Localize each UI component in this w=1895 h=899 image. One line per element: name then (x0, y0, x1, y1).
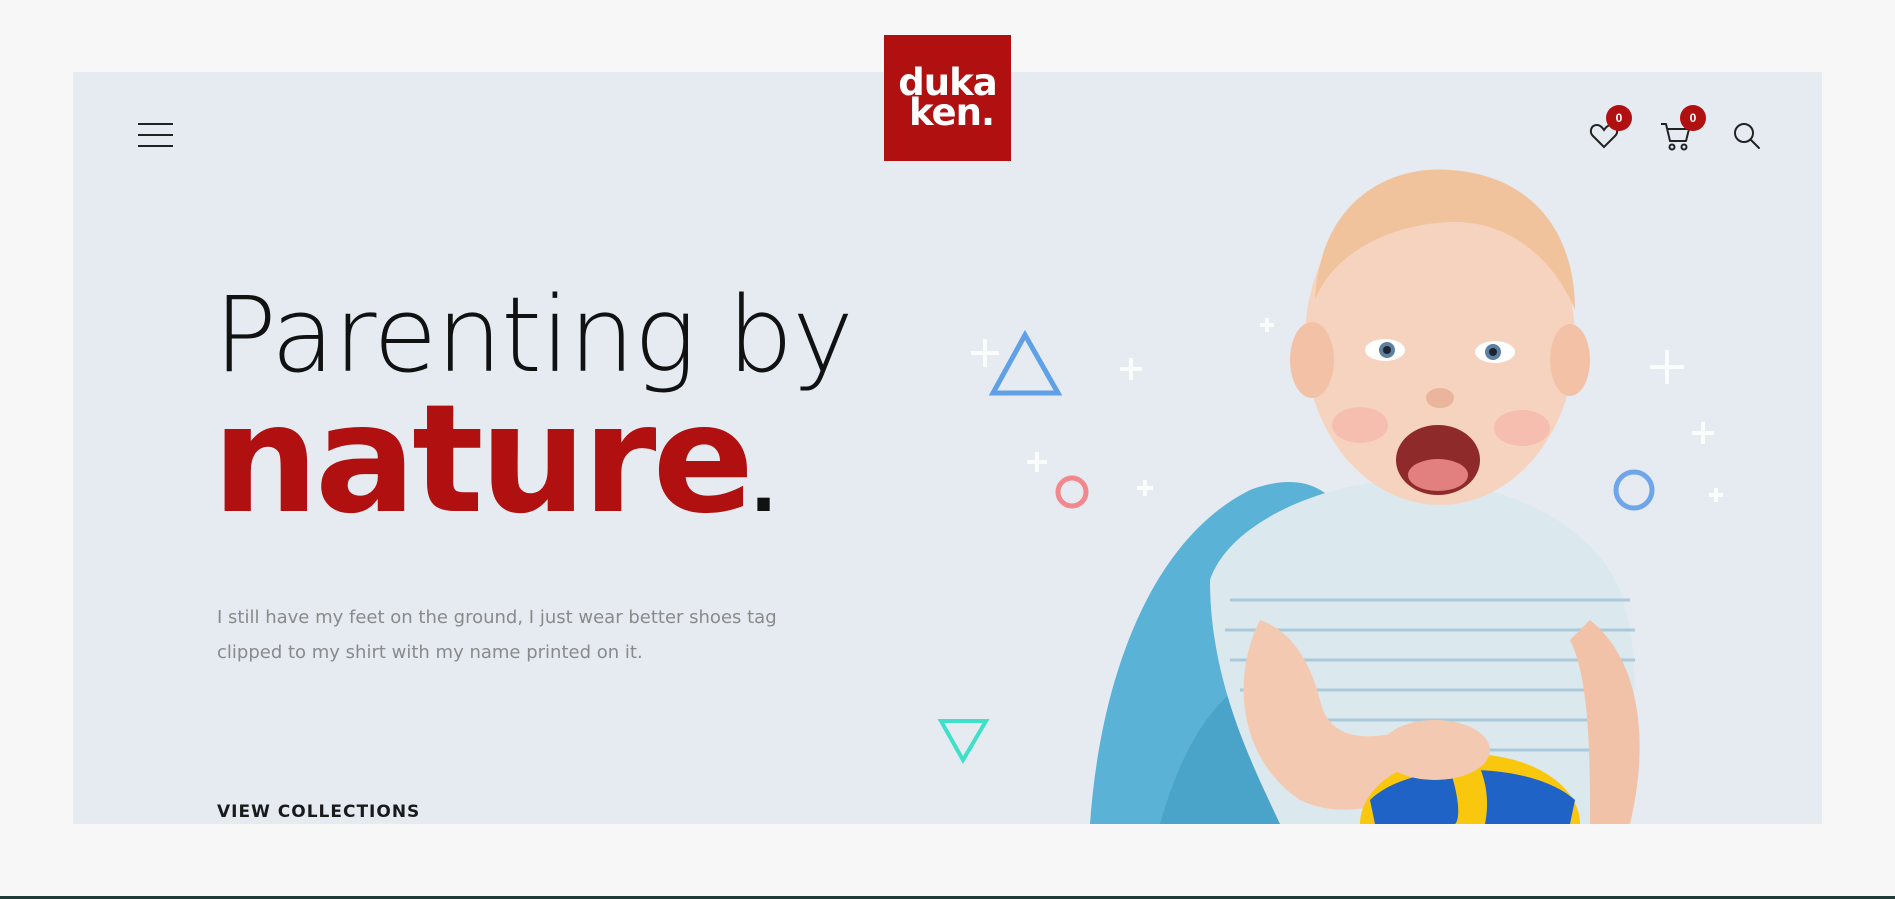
hamburger-line (138, 123, 173, 125)
hero-headline-dot: . (750, 446, 777, 528)
brand-logo[interactable]: duka ken. (884, 35, 1011, 161)
search-button[interactable] (1733, 122, 1763, 152)
hero-headline-line2: nature. (212, 378, 777, 543)
hero-headline-accent: nature (212, 373, 754, 547)
view-collections-link[interactable]: VIEW COLLECTIONS (217, 802, 420, 822)
hero-description: I still have my feet on the ground, I ju… (217, 607, 777, 663)
hamburger-line (138, 145, 173, 147)
baby-with-ball-image (1090, 169, 1640, 824)
wishlist-count-badge: 0 (1606, 105, 1632, 131)
cart-button[interactable]: 0 (1660, 105, 1706, 151)
page: duka ken. 0 0 Parenting by nature. I sti… (0, 0, 1895, 899)
search-icon (1734, 123, 1760, 149)
wishlist-button[interactable]: 0 (1589, 105, 1632, 151)
hamburger-menu-icon[interactable] (138, 123, 173, 147)
hamburger-line (138, 134, 173, 136)
logo-text-line2: ken. (908, 91, 995, 134)
cart-count-badge: 0 (1680, 105, 1706, 131)
